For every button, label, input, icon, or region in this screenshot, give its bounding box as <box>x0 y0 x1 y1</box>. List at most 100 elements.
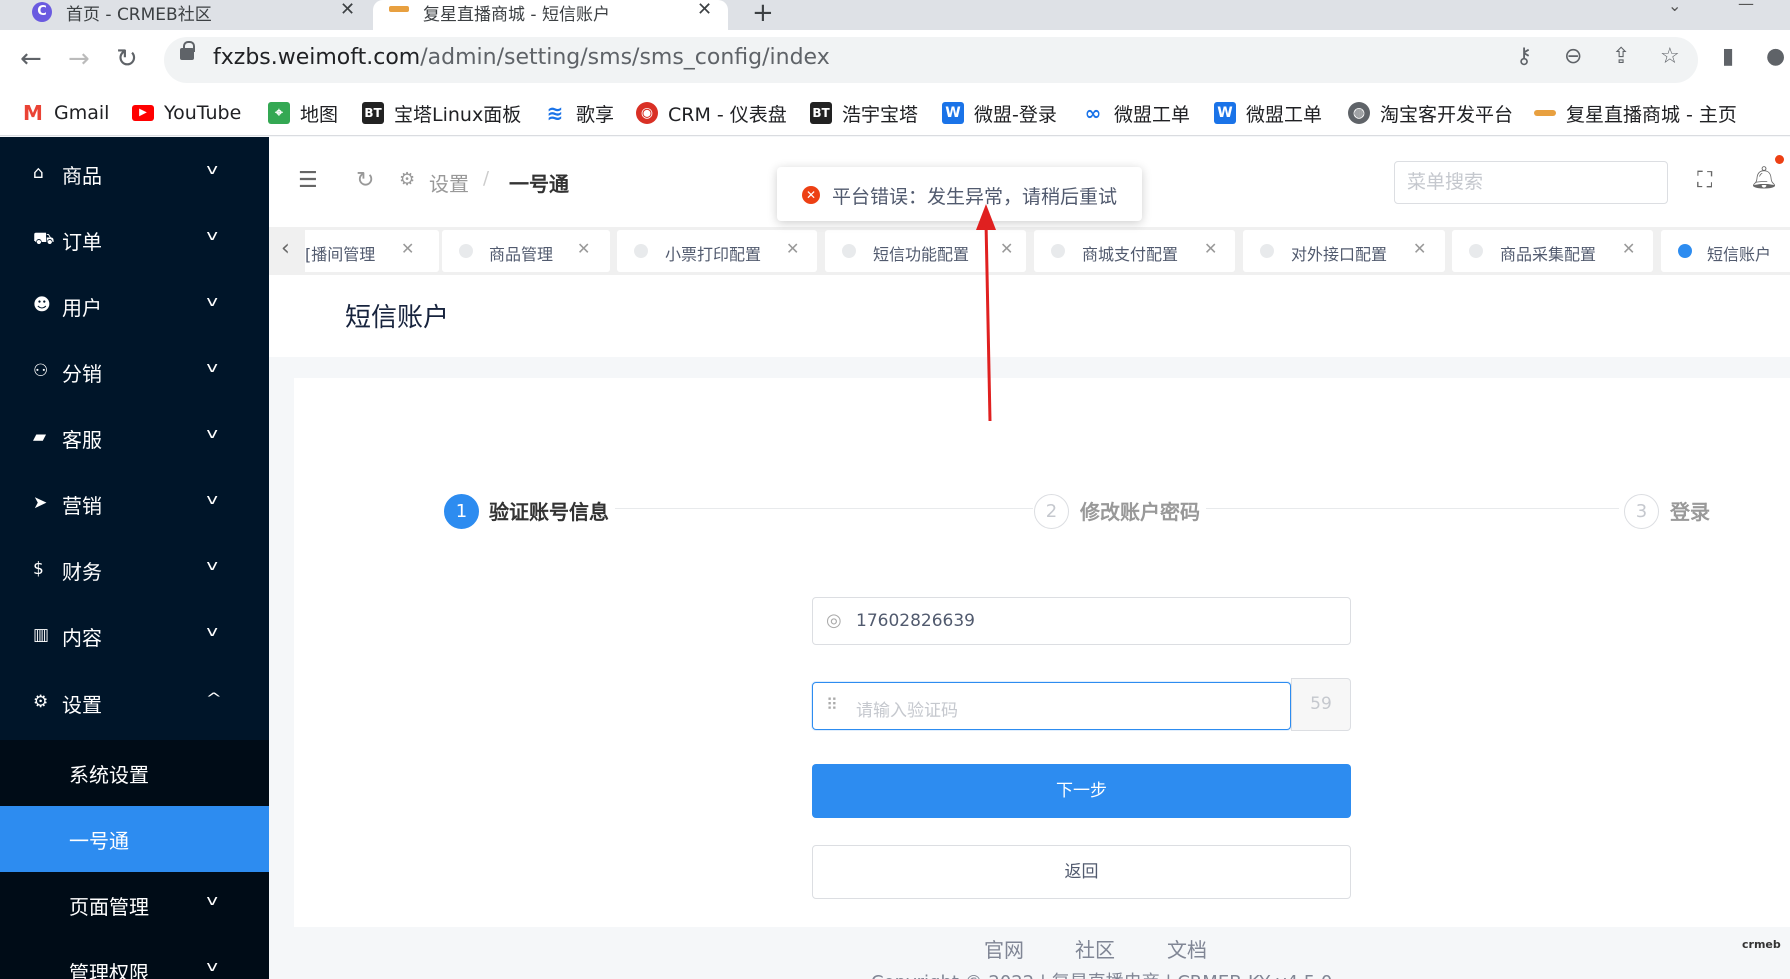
close-icon[interactable]: ✕ <box>1622 239 1635 258</box>
account-value: 17602826639 <box>856 611 975 631</box>
tag-dot <box>1051 244 1065 258</box>
footer-link-community[interactable]: 社区 <box>1075 934 1115 963</box>
zoom-icon[interactable]: ⊖ <box>1564 44 1582 69</box>
browser-tab-active[interactable]: 复星直播商城 - 短信账户 ✕ <box>373 0 728 30</box>
account-field[interactable]: ◎ 17602826639 <box>812 597 1351 645</box>
page-tag[interactable]: [播间管理 ✕ <box>305 230 439 272</box>
close-icon[interactable]: ✕ <box>1413 239 1426 258</box>
sidebar-item-yihaotong[interactable]: 一号通 <box>0 806 269 872</box>
profile-icon[interactable]: ● <box>1766 44 1785 69</box>
chevron-down-icon: v <box>206 426 218 442</box>
page-tag-label: 对外接口配置 <box>1291 245 1388 264</box>
sidebar-item-orders[interactable]: ⛟ 订单 v <box>0 207 269 273</box>
close-icon[interactable]: ✕ <box>401 239 414 258</box>
bookmark-label: 复星直播商城 - 主页 <box>1566 103 1737 126</box>
tag-dot <box>1469 244 1483 258</box>
footer-link-docs[interactable]: 文档 <box>1167 934 1207 963</box>
sidebar-item-settings[interactable]: ⚙ 设置 ^ <box>0 670 269 736</box>
chevron-down-icon: v <box>206 360 218 376</box>
bookmark-item[interactable]: BT 浩宇宝塔 <box>810 98 918 128</box>
reload-icon[interactable]: ↻ <box>116 44 138 74</box>
step-2-circle: 2 <box>1034 494 1069 529</box>
chevron-up-icon: ^ <box>205 691 223 707</box>
step-1-circle: 1 <box>444 494 479 529</box>
page-tag[interactable]: 商品采集配置 ✕ <box>1452 230 1653 272</box>
bookmark-label: 浩宇宝塔 <box>842 103 919 126</box>
back-button[interactable]: 返回 <box>812 845 1351 899</box>
close-icon[interactable]: ✕ <box>577 239 590 258</box>
page-tag[interactable]: 短信功能配置 ✕ <box>825 230 1026 272</box>
sidebar-item-service[interactable]: ▰ 客服 v <box>0 405 269 471</box>
close-tab-icon[interactable]: ✕ <box>340 0 355 20</box>
code-placeholder: 请输入验证码 <box>856 701 958 721</box>
chevron-down-icon[interactable]: ⌄ <box>1668 0 1681 15</box>
sidebar-item-distribution[interactable]: ⚇ 分销 v <box>0 339 269 405</box>
sidebar-item-marketing[interactable]: ➤ 营销 v <box>0 471 269 537</box>
sidebar-item-page-management[interactable]: 页面管理 v <box>0 872 269 938</box>
back-icon[interactable]: ← <box>20 44 42 74</box>
key-icon[interactable]: ⚷ <box>1516 44 1532 69</box>
sidebar-item-system-settings[interactable]: 系统设置 <box>0 740 269 806</box>
tag-dot <box>459 244 473 258</box>
step-connector <box>1206 508 1619 509</box>
bookmark-item[interactable]: ◉ CRM - 仪表盘 <box>636 98 787 128</box>
bookmark-item[interactable]: ≋ 歌享 <box>544 98 614 128</box>
page-tag[interactable]: 商品管理 ✕ <box>442 230 610 272</box>
close-tab-icon[interactable]: ✕ <box>697 0 712 20</box>
menu-search-input[interactable]: 菜单搜索 <box>1394 161 1668 204</box>
side-panel-icon[interactable]: ▮ <box>1722 44 1734 69</box>
page-tag[interactable]: 商城支付配置 ✕ <box>1034 230 1235 272</box>
close-icon[interactable]: ✕ <box>786 239 799 258</box>
page-tag-label: 短信账户 <box>1707 245 1772 264</box>
keypad-icon: ⠿ <box>826 695 838 714</box>
chevron-down-icon: v <box>206 162 218 178</box>
menu-toggle-icon[interactable]: ☰ <box>298 168 318 193</box>
gear-icon: ⚙ <box>33 692 49 712</box>
next-step-button[interactable]: 下一步 <box>812 764 1351 818</box>
bookmark-item[interactable]: ∞ 微盟工单 <box>1082 98 1190 128</box>
forward-icon[interactable]: → <box>68 44 90 74</box>
bookmark-item[interactable]: 复星直播商城 - 主页 <box>1534 98 1737 128</box>
page-tag[interactable]: 小票打印配置 ✕ <box>617 230 817 272</box>
refresh-icon[interactable]: ↻ <box>356 168 374 193</box>
fullscreen-icon[interactable]: ⛶ <box>1697 168 1712 193</box>
sidebar-item-products[interactable]: ⌂ 商品 v <box>0 141 269 207</box>
sidebar-item-finance[interactable]: $ 财务 v <box>0 537 269 603</box>
new-tab-icon[interactable]: + <box>752 0 774 28</box>
bookmark-label: CRM - 仪表盘 <box>668 103 787 126</box>
sidebar-item-permissions[interactable]: 管理权限 v <box>0 938 269 979</box>
send-code-countdown-button[interactable]: 59 <box>1291 678 1351 731</box>
bookmark-item[interactable]: ◍ 淘宝客开发平台 <box>1348 98 1513 128</box>
sidebar-item-users[interactable]: ☻ 用户 v <box>0 273 269 339</box>
bookmark-item[interactable]: ⌖ 地图 <box>268 98 338 128</box>
browser-tab-title: 复星直播商城 - 短信账户 <box>423 5 610 25</box>
sidebar-item-label: 管理权限 <box>69 961 149 979</box>
url-text[interactable]: fxzbs.weimoft.com/admin/setting/sms/sms_… <box>213 45 830 70</box>
bell-icon[interactable]: 🔔︎ <box>1750 166 1778 191</box>
close-icon[interactable]: ✕ <box>1204 239 1217 258</box>
bookmark-item[interactable]: W 微盟工单 <box>1214 98 1322 128</box>
breadcrumb-item[interactable]: 设置 <box>429 168 469 197</box>
share-icon[interactable]: ⇪ <box>1612 44 1630 69</box>
bt-icon: BT <box>810 102 832 124</box>
minimize-icon[interactable]: — <box>1738 0 1754 13</box>
star-icon[interactable]: ☆ <box>1660 44 1680 69</box>
browser-tab[interactable]: C 首页 - CRMEB社区 ✕ <box>20 0 365 30</box>
sidebar-item-content[interactable]: ▥ 内容 v <box>0 603 269 669</box>
chevron-down-icon: v <box>206 492 218 508</box>
chevron-left-icon[interactable]: ‹ <box>281 236 290 261</box>
bookmark-item[interactable]: M Gmail <box>22 98 109 128</box>
footer-link-website[interactable]: 官网 <box>984 934 1024 963</box>
tag-dot <box>1678 244 1692 258</box>
bookmark-label: Gmail <box>54 102 110 124</box>
bookmark-item[interactable]: W 微盟-登录 <box>942 98 1057 128</box>
breadcrumb-current: 一号通 <box>509 172 569 196</box>
close-icon[interactable]: ✕ <box>1000 239 1013 258</box>
page-tag-active[interactable]: 短信账户 <box>1661 230 1790 272</box>
verification-code-input[interactable]: ⠿ 请输入验证码 <box>812 682 1291 730</box>
bookmark-item[interactable]: ▶ YouTube <box>132 98 241 128</box>
sidebar-item-label: 系统设置 <box>69 763 149 787</box>
bookmark-item[interactable]: BT 宝塔Linux面板 <box>362 98 521 128</box>
sidebar-item-label: 营销 <box>62 494 102 518</box>
page-tag[interactable]: 对外接口配置 ✕ <box>1243 230 1445 272</box>
